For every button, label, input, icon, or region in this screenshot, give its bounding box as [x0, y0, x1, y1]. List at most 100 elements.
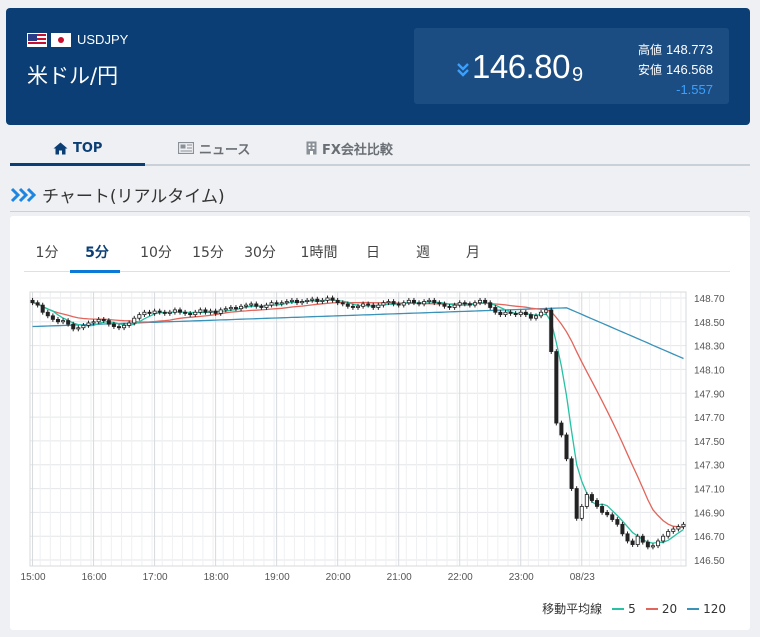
plot-frame: [29, 291, 687, 567]
period-selector: 1分 5分 10分 15分 30分 1時間 日 週 月: [24, 236, 730, 273]
candle-body: [559, 422, 564, 436]
candle-body: [127, 322, 132, 326]
legend-title: 移動平均線: [542, 602, 603, 616]
period-1hour[interactable]: 1時間: [294, 242, 344, 262]
high-label: 高値: [637, 43, 662, 57]
candle-body: [457, 302, 462, 306]
candle-body: [569, 458, 574, 489]
candle-body: [630, 540, 635, 545]
candle-body: [528, 314, 533, 319]
chart-legend: 移動平均線 5 20 120: [542, 600, 726, 617]
candle-body: [340, 302, 345, 305]
candle-body: [40, 304, 45, 313]
candle-body: [620, 523, 625, 535]
candle-body: [142, 311, 147, 316]
period-30min[interactable]: 30分: [240, 242, 280, 262]
candle-body: [320, 299, 325, 302]
period-week[interactable]: 週: [408, 242, 438, 262]
currency-header: USDJPY 米ドル/円 146.80 9 高値 148.773 安値 146.56…: [6, 8, 750, 125]
pair-row: USDJPY: [27, 32, 128, 47]
tab-fx-compare[interactable]: FX会社比較: [306, 130, 393, 166]
candle-body: [162, 311, 167, 314]
candle-body: [472, 302, 477, 306]
candle-body: [432, 299, 437, 304]
y-tick-label: 147.10: [694, 485, 725, 496]
home-icon: [53, 142, 68, 154]
candle-body: [132, 317, 137, 324]
candle-body: [218, 309, 223, 314]
candle-body: [350, 305, 355, 308]
y-tick-label: 147.50: [694, 437, 725, 448]
period-1min[interactable]: 1分: [30, 242, 64, 262]
candle-body: [381, 302, 386, 306]
candle-body: [671, 528, 676, 532]
candle-body: [269, 302, 274, 306]
candle-body: [167, 311, 172, 314]
candle-body: [406, 299, 411, 304]
ma20-line: [32, 301, 684, 529]
legend-ma20-label: 20: [661, 601, 678, 616]
candle-body: [284, 301, 289, 304]
candle-body: [122, 324, 127, 329]
candle-body: [391, 301, 396, 305]
candle-body: [172, 309, 177, 313]
period-15min[interactable]: 15分: [188, 242, 228, 262]
candle-body: [294, 299, 299, 304]
candle-body: [91, 321, 96, 324]
candle-body: [315, 298, 320, 302]
candle-body: [422, 301, 427, 305]
candle-body: [96, 319, 101, 323]
low-label: 安値: [637, 63, 662, 77]
candle-body: [71, 323, 76, 330]
section-title: チャート(リアルタイム): [42, 187, 225, 207]
x-tick-label: 17:00: [143, 572, 168, 583]
candle-body: [61, 320, 66, 323]
y-tick-label: 148.10: [694, 365, 725, 376]
candle-body: [366, 303, 371, 306]
period-10min[interactable]: 10分: [136, 242, 176, 262]
legend-ma120-swatch: [687, 607, 700, 610]
candle-body: [249, 303, 254, 306]
candle-body: [386, 301, 391, 304]
candle-body: [50, 315, 55, 320]
high-value: 148.773: [666, 42, 713, 57]
candle-body: [193, 311, 198, 316]
current-price: 146.80: [472, 48, 570, 85]
x-tick-label: 22:00: [448, 572, 473, 583]
period-month[interactable]: 月: [458, 242, 488, 262]
candle-body: [640, 535, 645, 543]
candle-body: [503, 311, 508, 316]
candle-body: [452, 304, 457, 308]
candle-body: [508, 311, 513, 314]
x-tick-label: 18:00: [204, 572, 229, 583]
period-5min[interactable]: 5分: [80, 242, 114, 262]
candle-body: [533, 315, 538, 319]
candle-body: [203, 309, 208, 313]
candle-body: [335, 299, 340, 304]
tab-top[interactable]: TOP: [53, 130, 102, 166]
candle-body: [300, 301, 305, 304]
candle-body: [279, 302, 284, 305]
triple-chevron-right-icon: [10, 187, 36, 202]
period-day[interactable]: 日: [358, 242, 388, 262]
candle-body: [523, 311, 528, 316]
candle-body: [178, 309, 183, 313]
candle-body: [30, 299, 35, 304]
candle-body: [45, 311, 50, 317]
y-tick-label: 146.50: [694, 556, 725, 567]
candle-body: [106, 320, 111, 325]
tab-news[interactable]: ニュース: [178, 130, 250, 166]
legend-ma20-swatch: [645, 607, 658, 610]
candle-body: [447, 305, 452, 308]
candle-body: [417, 302, 422, 305]
pair-code: USDJPY: [77, 32, 129, 47]
candle-body: [55, 319, 60, 323]
candle-body: [289, 299, 294, 302]
candle-body: [111, 323, 116, 327]
candle-body: [345, 303, 350, 307]
candle-body: [371, 304, 376, 308]
candle-body: [635, 535, 640, 545]
y-tick-label: 148.50: [694, 318, 725, 329]
candle-body: [310, 298, 315, 301]
ma120-line: [32, 307, 684, 360]
